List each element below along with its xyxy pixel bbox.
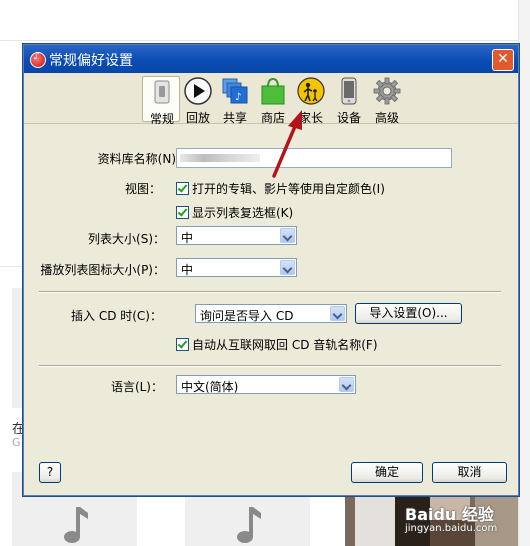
- svg-text:♪: ♪: [235, 92, 241, 103]
- view-label: 视图：: [124, 182, 161, 196]
- parental-icon: [297, 77, 325, 105]
- tab-store[interactable]: 商店: [254, 76, 292, 125]
- ok-button[interactable]: 确定: [351, 462, 423, 483]
- background-top-divider: [0, 40, 530, 41]
- library-name-label: 资料库名称(N)：: [97, 152, 188, 166]
- list-size-value: 中: [181, 231, 194, 245]
- list-checkboxes-checkbox[interactable]: 显示列表复选框(K): [176, 204, 293, 221]
- playlist-icon-size-select[interactable]: 中: [176, 258, 297, 277]
- preferences-content: 资料库名称(N)： 视图： 打开的专辑、影片等使用自定颜色(I) 显示列表复选框…: [24, 124, 518, 494]
- tab-sharing[interactable]: ♪ 共享: [216, 76, 254, 125]
- dialog-titlebar[interactable]: 常规偏好设置 ✕: [24, 45, 518, 73]
- list-size-label: 列表大小(S)：: [88, 232, 165, 246]
- preferences-toolbar: 常规 回放 ♪ 共享 商店 家长 设备 高级: [24, 73, 518, 126]
- general-switch-icon: [154, 80, 170, 104]
- insert-cd-label: 插入 CD 时(C)：: [71, 309, 162, 323]
- gear-icon: [373, 77, 401, 105]
- insert-cd-select[interactable]: 询问是否导入 CD: [195, 304, 347, 323]
- checkbox-checked[interactable]: [176, 182, 189, 195]
- device-icon: [341, 77, 357, 105]
- help-button[interactable]: ?: [39, 462, 61, 483]
- playlist-icon-size-value: 中: [181, 263, 194, 277]
- cancel-button[interactable]: 取消: [432, 462, 507, 483]
- insert-cd-value: 询问是否导入 CD: [200, 309, 294, 323]
- section-divider: [39, 365, 501, 367]
- watermark-brand: Baidu 经验: [405, 505, 494, 524]
- dialog-title: 常规偏好设置: [49, 53, 133, 69]
- tab-general[interactable]: 常规: [142, 76, 180, 126]
- tab-advanced[interactable]: 高级: [368, 76, 406, 125]
- import-settings-button[interactable]: 导入设置(O)...: [355, 303, 462, 324]
- library-name-input[interactable]: [176, 148, 452, 168]
- play-icon: [184, 77, 212, 105]
- tab-parental[interactable]: 家长: [292, 76, 330, 125]
- custom-colors-checkbox[interactable]: 打开的专辑、影片等使用自定颜色(I): [176, 180, 385, 197]
- close-button[interactable]: ✕: [492, 49, 514, 71]
- checkbox-checked[interactable]: [176, 338, 189, 351]
- language-value: 中文(简体): [181, 380, 239, 394]
- language-label: 语言(L)：: [110, 380, 163, 394]
- background-card-subtitle: G: [12, 436, 21, 449]
- checkbox-checked[interactable]: [176, 206, 189, 219]
- sharing-icon: ♪: [222, 78, 248, 104]
- list-checkboxes-label: 显示列表复选框(K): [192, 206, 294, 220]
- music-note-icon: [64, 507, 88, 543]
- auto-cd-names-label: 自动从互联网取回 CD 音轨名称(F): [192, 338, 378, 352]
- language-select[interactable]: 中文(简体): [176, 375, 356, 394]
- chevron-down-icon[interactable]: [339, 377, 354, 392]
- auto-cd-names-checkbox[interactable]: 自动从互联网取回 CD 音轨名称(F): [176, 336, 378, 353]
- tab-playback[interactable]: 回放: [179, 76, 217, 125]
- redacted-library-name: [180, 154, 260, 162]
- store-bag-icon: [261, 77, 285, 105]
- playlist-icon-size-label: 播放列表图标大小(P)：: [40, 263, 165, 277]
- watermark-url: jingyan.baidu.com: [405, 523, 498, 534]
- custom-colors-label: 打开的专辑、影片等使用自定颜色(I): [192, 182, 385, 196]
- chevron-down-icon[interactable]: [280, 228, 295, 243]
- chevron-down-icon[interactable]: [330, 306, 345, 321]
- tab-devices[interactable]: 设备: [330, 76, 368, 125]
- list-size-select[interactable]: 中: [176, 226, 297, 245]
- general-preferences-dialog: 常规偏好设置 ✕ 常规 回放 ♪ 共: [23, 44, 519, 496]
- page-scrollbar[interactable]: [518, 0, 530, 546]
- itunes-icon: [30, 51, 46, 68]
- section-divider: [39, 291, 501, 293]
- music-note-icon: [237, 507, 261, 543]
- chevron-down-icon[interactable]: [280, 260, 295, 275]
- baidu-watermark: Baidu 经验 jingyan.baidu.com: [405, 497, 530, 546]
